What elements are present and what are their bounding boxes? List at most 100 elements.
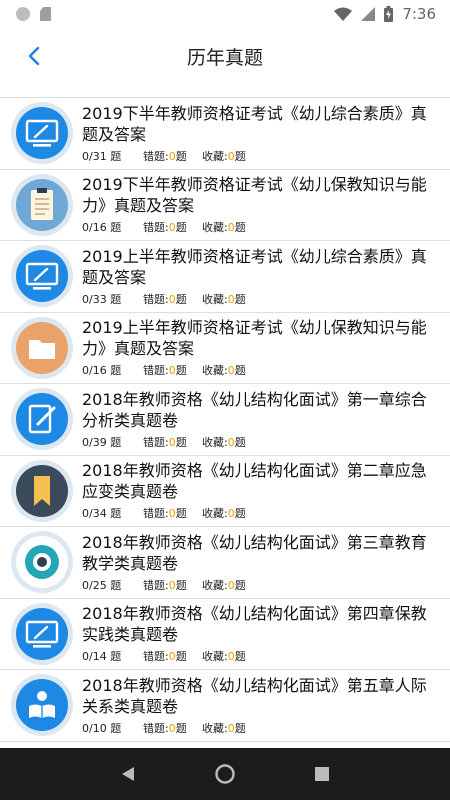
wrong-label: 错题:	[143, 435, 169, 449]
favorite-label: 收藏:	[202, 650, 228, 664]
clipboard-icon-badge	[11, 173, 73, 236]
favorite-value: 0	[227, 507, 235, 521]
exam-list-item[interactable]: 2019下半年教师资格证考试《幼儿综合素质》真题及答案 0/31 题错题:0题 收藏…	[0, 98, 450, 170]
monitor-icon	[16, 107, 68, 160]
nav-back-button[interactable]	[113, 759, 143, 789]
wrong-value: 0	[168, 364, 176, 378]
wrong-value: 0	[168, 578, 176, 592]
favorite-suffix: 题	[234, 364, 246, 378]
eye-icon	[16, 536, 68, 589]
favorite-value: 0	[227, 292, 235, 306]
nav-home-button[interactable]	[210, 759, 240, 789]
wrong-count: 错题:0题	[143, 577, 202, 593]
folder-icon	[16, 321, 68, 374]
wrong-count: 错题:0题	[143, 505, 202, 521]
exam-meta: 0/33 题错题:0题 收藏:0题	[82, 291, 438, 307]
exam-title: 2019下半年教师资格证考试《幼儿保教知识与能力》真题及答案	[82, 175, 427, 216]
favorite-label: 收藏:	[202, 507, 228, 521]
exam-item-body: 2018年教师资格《幼儿结构化面试》第一章综合分析类真题卷 0/39 题错题:0题…	[82, 389, 450, 450]
favorite-suffix: 题	[234, 149, 246, 163]
reader-icon	[16, 679, 68, 732]
exam-list-item[interactable]: 2018年教师资格《幼儿结构化面试》第一章综合分析类真题卷 0/39 题错题:0题…	[0, 384, 450, 456]
chevron-left-icon	[28, 46, 40, 66]
favorite-value: 0	[227, 221, 235, 235]
exam-meta: 0/10 题错题:0题 收藏:0题	[82, 720, 438, 736]
favorite-suffix: 题	[234, 435, 246, 449]
exam-item-body: 2018年教师资格《幼儿结构化面试》第四章保教实践类真题卷 0/14 题错题:0题…	[82, 603, 450, 664]
page-title: 历年真题	[186, 46, 263, 69]
exam-meta: 0/16 题错题:0题 收藏:0题	[82, 219, 438, 235]
wrong-suffix: 题	[175, 292, 187, 306]
wrong-label: 错题:	[143, 292, 169, 306]
exam-title: 2018年教师资格《幼儿结构化面试》第五章人际关系类真题卷	[82, 675, 427, 716]
exam-title: 2018年教师资格《幼儿结构化面试》第一章综合分析类真题卷	[82, 389, 427, 430]
exam-item-body: 2019上半年教师资格证考试《幼儿保教知识与能力》真题及答案 0/16 题错题:0…	[82, 317, 450, 378]
favorite-count: 收藏:0题	[202, 362, 246, 378]
favorite-label: 收藏:	[202, 221, 228, 235]
wrong-label: 错题:	[143, 650, 169, 664]
exam-title: 2018年教师资格《幼儿结构化面试》第四章保教实践类真题卷	[82, 604, 427, 645]
notification-dot-icon	[16, 7, 30, 21]
exam-item-body: 2018年教师资格《幼儿结构化面试》第五章人际关系类真题卷 0/10 题 错题:0题…	[82, 675, 450, 736]
back-button[interactable]	[20, 42, 48, 70]
wrong-value: 0	[168, 721, 176, 735]
favorite-suffix: 题	[234, 578, 246, 592]
favorite-count: 收藏:0题	[202, 434, 246, 450]
wrong-count: 错题:0题	[143, 434, 202, 450]
bookmark-icon	[16, 464, 68, 517]
edit-icon-badge	[11, 388, 73, 451]
question-count: 0/10 题	[82, 721, 122, 735]
monitor-icon-badge	[11, 245, 73, 308]
reader-icon-badge	[11, 674, 73, 737]
exam-item-body: 2019上半年教师资格证考试《幼儿综合素质》真题及答案 0/33 题错题:0题 收藏…	[82, 246, 450, 307]
nav-recents-button[interactable]	[307, 759, 337, 789]
favorite-value: 0	[227, 721, 235, 735]
favorite-value: 0	[227, 578, 235, 592]
wrong-label: 错题:	[143, 221, 169, 235]
clipboard-icon	[16, 178, 68, 231]
exam-list-item[interactable]: 2018年教师资格《幼儿结构化面试》第三章教育教学类真题卷 0/25 题错题:0题…	[0, 527, 450, 599]
exam-title: 2019下半年教师资格证考试《幼儿综合素质》真题及答案	[82, 103, 427, 144]
question-count: 0/31 题	[82, 149, 122, 163]
triangle-back-icon	[122, 767, 135, 781]
bookmark-icon-badge	[11, 459, 73, 522]
wrong-count: 错题:0题	[143, 219, 202, 235]
favorite-value: 0	[227, 650, 235, 664]
exam-list-item[interactable]: 2018年教师资格《幼儿结构化面试》第五章人际关系类真题卷 0/10 题 错题:0题…	[0, 670, 450, 742]
exam-meta: 0/14 题错题:0题 收藏:0题	[82, 648, 438, 664]
favorite-count: 收藏:0题	[202, 291, 246, 307]
favorite-count: 收藏:0题	[202, 577, 246, 593]
wrong-suffix: 题	[175, 578, 187, 592]
wrong-value: 0	[168, 435, 176, 449]
monitor-icon	[16, 250, 68, 303]
exam-list-item[interactable]: 2019上半年教师资格证考试《幼儿保教知识与能力》真题及答案 0/16 题错题:0…	[0, 313, 450, 384]
exam-list-item[interactable]: 2019下半年教师资格证考试《幼儿保教知识与能力》真题及答案 0/16 题错题:0…	[0, 170, 450, 241]
monitor-icon-badge	[11, 102, 73, 165]
exam-list-item[interactable]: 2018年教师资格《幼儿结构化面试》第二章应急应变类真题卷 0/34 题 错题:0题…	[0, 456, 450, 527]
favorite-label: 收藏:	[202, 435, 228, 449]
wrong-value: 0	[168, 221, 176, 235]
app-bar: 历年真题	[0, 28, 450, 84]
exam-list-item[interactable]: 2018年教师资格《幼儿结构化面试》第四章保教实践类真题卷 0/14 题错题:0题…	[0, 599, 450, 670]
eye-icon-badge	[11, 531, 73, 594]
question-count: 0/16 题	[82, 364, 122, 378]
exam-title: 2019上半年教师资格证考试《幼儿保教知识与能力》真题及答案	[82, 318, 427, 359]
folder-icon-badge	[11, 316, 73, 379]
battery-icon	[384, 6, 394, 22]
question-count: 0/14 题	[82, 650, 122, 664]
exam-list-item[interactable]: 2019上半年教师资格证考试《幼儿综合素质》真题及答案 0/33 题错题:0题 收藏…	[0, 241, 450, 313]
favorite-count: 收藏:0题	[202, 505, 246, 521]
exam-title: 2018年教师资格《幼儿结构化面试》第二章应急应变类真题卷	[82, 461, 427, 502]
wrong-count: 错题:0题	[143, 720, 202, 736]
sd-card-icon	[40, 7, 51, 21]
monitor-icon	[16, 607, 68, 660]
favorite-label: 收藏:	[202, 364, 228, 378]
exam-meta: 0/34 题 错题:0题 收藏:0题	[82, 505, 438, 521]
favorite-suffix: 题	[234, 721, 246, 735]
favorite-value: 0	[227, 149, 235, 163]
favorite-value: 0	[227, 364, 235, 378]
wrong-count: 错题:0题	[143, 291, 202, 307]
wrong-label: 错题:	[143, 578, 169, 592]
question-count: 0/34 题	[82, 507, 122, 521]
favorite-count: 收藏:0题	[202, 219, 246, 235]
